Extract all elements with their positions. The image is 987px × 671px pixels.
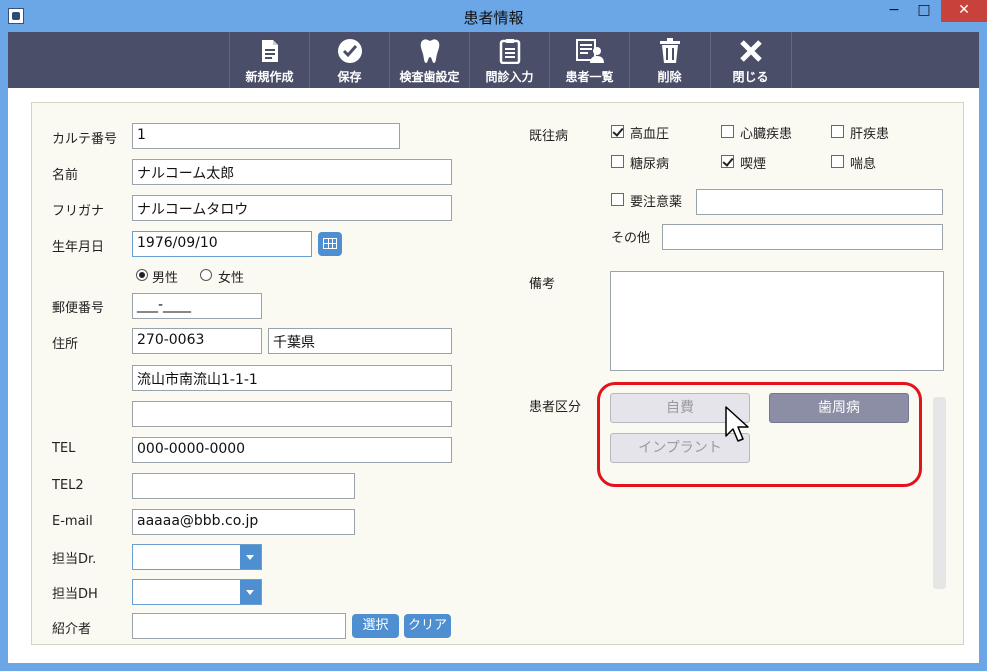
address-line2-input[interactable] bbox=[132, 401, 452, 427]
tel2-label: TEL2 bbox=[52, 478, 84, 493]
referrer-input[interactable] bbox=[132, 613, 346, 639]
referrer-label: 紹介者 bbox=[52, 622, 92, 637]
other-label: その他 bbox=[611, 231, 651, 246]
window-title: 患者情報 bbox=[463, 9, 524, 27]
new-button[interactable]: 新規作成 bbox=[229, 32, 309, 88]
delete-button-label: 削除 bbox=[657, 70, 682, 84]
calendar-icon bbox=[323, 238, 337, 249]
referrer-select-button[interactable]: 選択 bbox=[352, 614, 399, 638]
clipboard-icon bbox=[470, 38, 549, 64]
category-label: 患者区分 bbox=[529, 400, 582, 415]
liver-disease-checkbox[interactable] bbox=[831, 125, 844, 138]
email-input[interactable]: aaaaa@bbb.co.jp bbox=[132, 509, 355, 535]
interview-input-label: 問診入力 bbox=[485, 70, 534, 84]
maximize-button[interactable]: □ bbox=[910, 0, 938, 22]
male-label: 男性 bbox=[152, 271, 179, 286]
close-window-button[interactable]: ✕ bbox=[941, 0, 987, 22]
postal-code-input[interactable]: ___-____ bbox=[132, 293, 262, 319]
title-bar: 患者情報 − □ ✕ bbox=[0, 0, 987, 32]
liver-disease-label: 肝疾患 bbox=[850, 127, 890, 142]
tel-label: TEL bbox=[52, 441, 76, 456]
name-label: 名前 bbox=[52, 168, 79, 183]
tel2-input[interactable] bbox=[132, 473, 355, 499]
save-button[interactable]: 保存 bbox=[309, 32, 389, 88]
address-zip-input[interactable]: 270-0063 bbox=[132, 328, 262, 354]
furigana-input[interactable]: ナルコームタロウ bbox=[132, 195, 452, 221]
caution-drug-input[interactable] bbox=[696, 189, 943, 215]
asthma-checkbox[interactable] bbox=[831, 155, 844, 168]
female-label: 女性 bbox=[218, 271, 245, 286]
chevron-down-icon[interactable] bbox=[240, 580, 261, 604]
tel-input[interactable]: 000-0000-0000 bbox=[132, 437, 452, 463]
birthdate-label: 生年月日 bbox=[52, 240, 105, 255]
trash-icon bbox=[630, 38, 709, 64]
toolbar-divider bbox=[791, 32, 792, 88]
client-area: カルテ番号 1 名前 ナルコーム太郎 フリガナ ナルコームタロウ 生年月日 19… bbox=[8, 88, 979, 663]
email-label: E-mail bbox=[52, 514, 93, 529]
new-document-icon bbox=[230, 38, 309, 64]
caution-drug-checkbox[interactable] bbox=[611, 193, 624, 206]
hygienist-label: 担当DH bbox=[52, 587, 98, 602]
smoking-label: 喫煙 bbox=[740, 157, 767, 172]
hypertension-checkbox[interactable] bbox=[611, 125, 624, 138]
close-button[interactable]: 閉じる bbox=[710, 32, 790, 88]
toolbar: 新規作成 保存 検査歯設定 問診入力 患者一覧 削除 閉じる bbox=[8, 32, 979, 88]
close-button-label: 閉じる bbox=[732, 70, 769, 84]
male-radio[interactable] bbox=[136, 269, 148, 281]
scrollbar[interactable] bbox=[933, 397, 946, 589]
patient-list-icon bbox=[550, 38, 629, 64]
diabetes-checkbox[interactable] bbox=[611, 155, 624, 168]
calendar-button[interactable] bbox=[318, 232, 342, 256]
birthdate-input[interactable]: 1976/09/10 bbox=[132, 231, 312, 257]
diabetes-label: 糖尿病 bbox=[630, 157, 670, 172]
address-label: 住所 bbox=[52, 337, 79, 352]
check-circle-icon bbox=[310, 38, 389, 64]
tooth-icon bbox=[390, 38, 469, 64]
doctor-label: 担当Dr. bbox=[52, 552, 97, 567]
tooth-setting-button[interactable]: 検査歯設定 bbox=[389, 32, 469, 88]
prefecture-input[interactable]: 千葉県 bbox=[268, 328, 452, 354]
interview-input-button[interactable]: 問診入力 bbox=[469, 32, 549, 88]
asthma-label: 喘息 bbox=[850, 157, 877, 172]
patient-list-label: 患者一覧 bbox=[565, 70, 614, 84]
minimize-button[interactable]: − bbox=[880, 0, 908, 22]
heart-disease-checkbox[interactable] bbox=[721, 125, 734, 138]
close-x-icon bbox=[711, 38, 790, 64]
chevron-down-icon[interactable] bbox=[240, 545, 261, 569]
female-radio[interactable] bbox=[200, 269, 212, 281]
save-button-label: 保存 bbox=[337, 70, 362, 84]
remarks-textarea[interactable] bbox=[610, 271, 944, 371]
chart-number-label: カルテ番号 bbox=[52, 132, 118, 147]
patient-list-button[interactable]: 患者一覧 bbox=[549, 32, 629, 88]
highlight-box bbox=[597, 382, 922, 487]
caution-drug-label: 要注意薬 bbox=[630, 195, 683, 210]
referrer-clear-button[interactable]: クリア bbox=[404, 614, 451, 638]
other-input[interactable] bbox=[662, 224, 943, 250]
hypertension-label: 高血圧 bbox=[630, 127, 670, 142]
heart-disease-label: 心臓疾患 bbox=[740, 127, 793, 142]
address-line1-input[interactable]: 流山市南流山1-1-1 bbox=[132, 365, 452, 391]
delete-button[interactable]: 削除 bbox=[629, 32, 709, 88]
new-button-label: 新規作成 bbox=[245, 70, 294, 84]
tooth-setting-label: 検査歯設定 bbox=[399, 70, 460, 84]
patient-info-window: 患者情報 − □ ✕ 新規作成 保存 検査歯設定 問診入力 患者一覧 削除 閉じ… bbox=[0, 0, 987, 671]
remarks-label: 備考 bbox=[529, 277, 556, 292]
doctor-select[interactable] bbox=[132, 544, 262, 570]
hygienist-select[interactable] bbox=[132, 579, 262, 605]
postal-code-label: 郵便番号 bbox=[52, 301, 105, 316]
form-panel: カルテ番号 1 名前 ナルコーム太郎 フリガナ ナルコームタロウ 生年月日 19… bbox=[31, 102, 964, 645]
furigana-label: フリガナ bbox=[52, 204, 105, 219]
chart-number-input[interactable]: 1 bbox=[132, 123, 400, 149]
mouse-cursor-icon bbox=[725, 406, 749, 442]
name-input[interactable]: ナルコーム太郎 bbox=[132, 159, 452, 185]
smoking-checkbox[interactable] bbox=[721, 155, 734, 168]
history-label: 既往病 bbox=[529, 129, 569, 144]
